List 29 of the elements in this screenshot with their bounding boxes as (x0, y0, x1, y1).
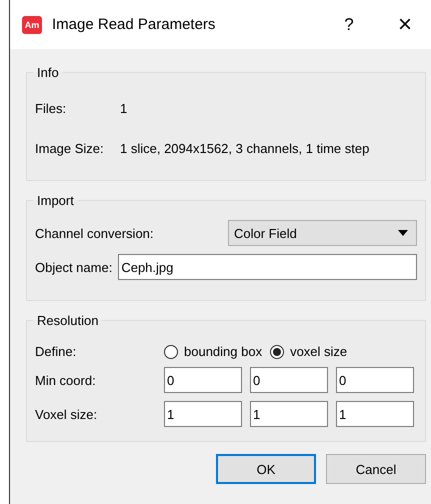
field-label: Channel conversion: (35, 226, 155, 240)
dialog-button[interactable]: Cancel (326, 454, 426, 484)
channel-conversion-dropdown[interactable]: Color Field (228, 220, 417, 246)
object-name-field[interactable]: Ceph.jpg (118, 254, 417, 280)
dropdown-arrow-icon (398, 230, 408, 236)
field-label: Files: (35, 100, 68, 116)
field-label: Min coord: (35, 372, 97, 388)
number-field[interactable]: 1 (164, 401, 242, 427)
radio-option[interactable]: bounding box (164, 344, 262, 359)
dialog-button[interactable]: OK (216, 454, 316, 484)
field-label: Image Size: (35, 140, 105, 156)
field-value: 1 (120, 100, 128, 116)
group-title: Info (36, 65, 60, 80)
field-label: Voxel size: (35, 406, 98, 422)
field-label: Define: (35, 344, 78, 359)
number-field[interactable]: 0 (164, 367, 242, 393)
app-logo: Am (22, 16, 42, 34)
number-field[interactable]: 1 (336, 401, 414, 427)
close-button[interactable]: × (393, 10, 417, 38)
field-label: Object name: (35, 260, 112, 274)
window-title: Image Read Parameters (52, 16, 216, 33)
number-field[interactable]: 1 (250, 401, 328, 427)
group-title: Resolution (36, 313, 100, 328)
field-value: 1 slice, 2094x1562, 3 channels, 1 time step (120, 140, 370, 156)
help-button[interactable]: ? (339, 14, 359, 34)
radio-option[interactable]: voxel size (270, 344, 348, 359)
number-field[interactable]: 0 (250, 367, 328, 393)
group-title: Import (36, 193, 75, 208)
number-field[interactable]: 0 (336, 367, 414, 393)
